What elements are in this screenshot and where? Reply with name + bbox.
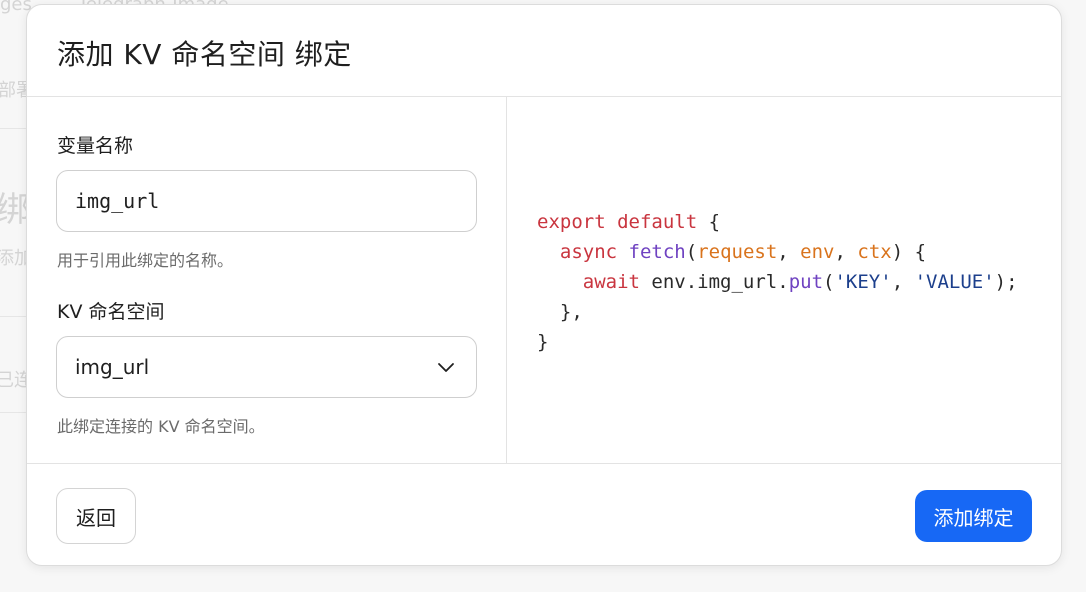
binding-form: 变量名称 用于引用此绑定的名称。 KV 命名空间 img_url 此绑定连接的 … — [27, 97, 507, 463]
dialog-footer: 返回 添加绑定 — [27, 464, 1061, 565]
code-value-string: 'VALUE' — [914, 271, 995, 293]
kv-namespace-selected-value: img_url — [75, 355, 150, 379]
code-preview-panel: export default { async fetch(request, en… — [507, 97, 1061, 463]
back-button[interactable]: 返回 — [56, 488, 136, 544]
kv-namespace-help: 此绑定连接的 KV 命名空间。 — [57, 417, 265, 436]
variable-name-label: 变量名称 — [57, 135, 134, 157]
variable-name-input[interactable] — [56, 170, 477, 232]
dialog-body: 变量名称 用于引用此绑定的名称。 KV 命名空间 img_url 此绑定连接的 … — [27, 97, 1061, 464]
chevron-down-icon — [438, 363, 454, 372]
variable-name-help: 用于引用此绑定的名称。 — [57, 251, 234, 270]
add-kv-binding-dialog: 添加 KV 命名空间 绑定 变量名称 用于引用此绑定的名称。 KV 命名空间 i… — [26, 4, 1062, 566]
code-preview: export default { async fetch(request, en… — [537, 211, 1018, 353]
add-binding-button[interactable]: 添加绑定 — [915, 490, 1032, 542]
dialog-title: 添加 KV 命名空间 绑定 — [57, 38, 352, 71]
kv-namespace-select[interactable]: img_url — [56, 336, 477, 398]
dialog-header: 添加 KV 命名空间 绑定 — [27, 5, 1061, 97]
code-binding-name: img_url — [697, 271, 778, 293]
code-key-string: 'KEY' — [834, 271, 892, 293]
kv-namespace-label: KV 命名空间 — [57, 301, 165, 323]
